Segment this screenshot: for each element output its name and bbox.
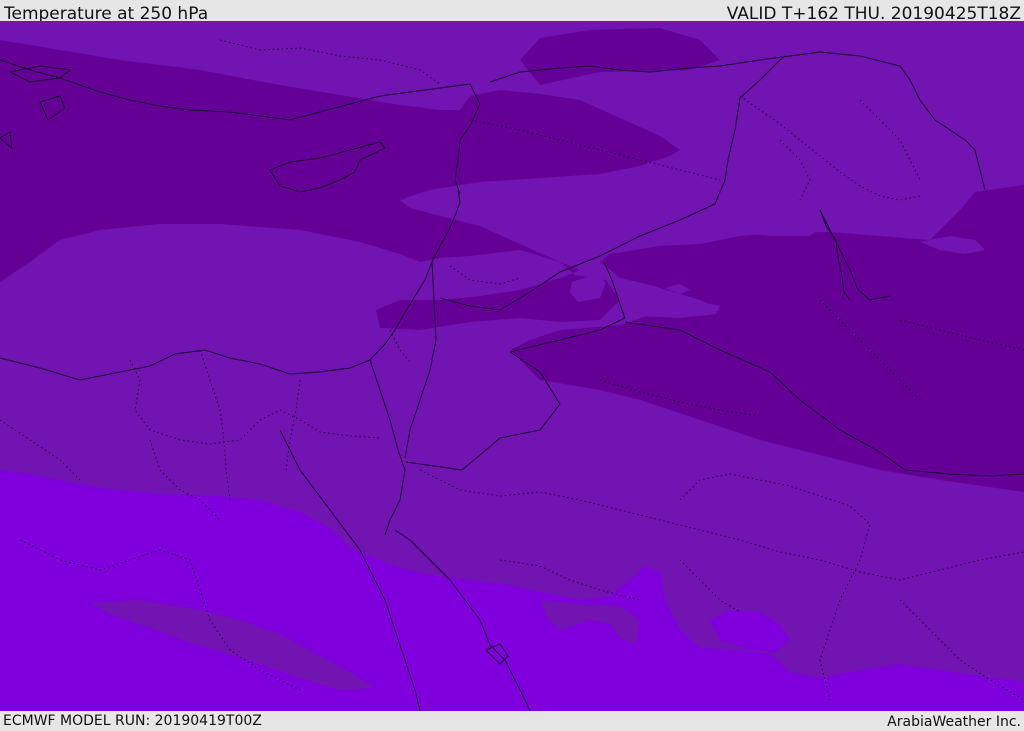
temperature-map[interactable]	[0, 21, 1024, 711]
header-bar: Temperature at 250 hPa VALID T+162 THU. …	[0, 0, 1024, 24]
credit-label: ArabiaWeather Inc.	[887, 714, 1021, 730]
footer-bar: ECMWF MODEL RUN: 20190419T00Z ArabiaWeat…	[0, 711, 1024, 730]
model-run-label: ECMWF MODEL RUN: 20190419T00Z	[3, 713, 262, 729]
